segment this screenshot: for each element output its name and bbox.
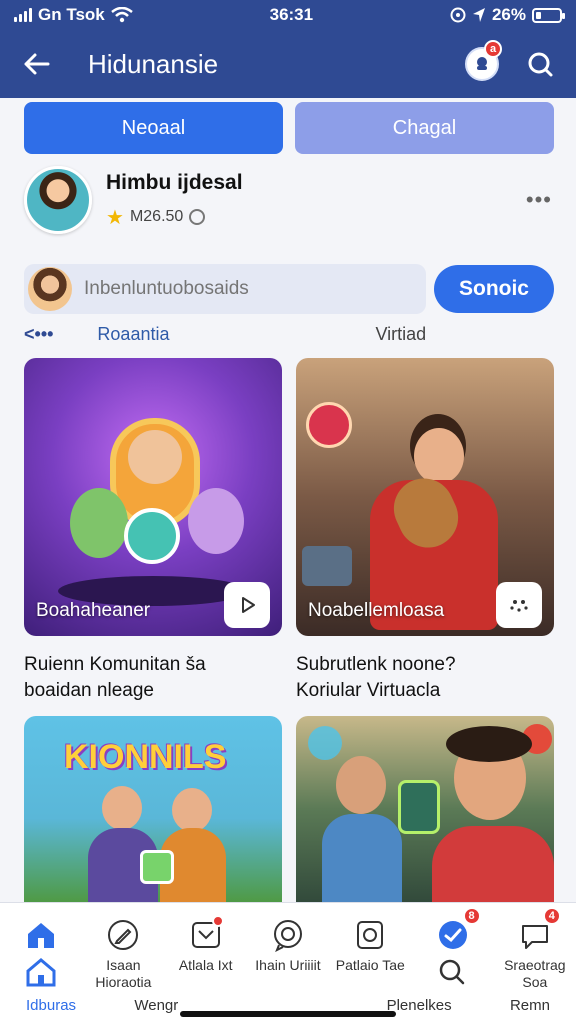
nav-label: Patlaio Tae — [335, 957, 405, 973]
subnav-left-link[interactable]: Roaantia — [97, 324, 169, 345]
notifications-button[interactable]: a — [464, 40, 502, 82]
content-card[interactable] — [296, 716, 554, 902]
clock: 36:31 — [269, 5, 314, 24]
notifications-badge: 4 — [542, 907, 561, 925]
face-icon — [510, 600, 528, 612]
nav-chat-button[interactable] — [268, 915, 308, 955]
play-button[interactable] — [224, 582, 270, 628]
subnav-right-link[interactable]: Virtiad — [375, 324, 426, 345]
card-title-line: Subrutlenk noone? — [296, 654, 456, 675]
messenger-icon — [438, 921, 467, 949]
nav-bottom-label[interactable]: Remn — [510, 997, 550, 1014]
signal-icon — [14, 8, 32, 22]
carrier-label: Gn Tsok — [38, 5, 105, 24]
video-icon — [357, 921, 384, 949]
subnav-back-button[interactable]: <••• — [24, 324, 53, 345]
chat-icon — [273, 920, 302, 952]
nav-compose-button[interactable] — [103, 915, 143, 955]
nav-bottom-label[interactable]: Wengr — [134, 997, 178, 1014]
search-button[interactable] — [522, 46, 558, 82]
tab-neoaal[interactable]: Neoaal — [24, 102, 283, 154]
alarm-icon — [450, 7, 466, 23]
search-icon — [528, 52, 553, 77]
profile-row: Himbu ijdesal ★ M26.50 ••• — [24, 164, 552, 236]
tab-chagal[interactable]: Chagal — [295, 102, 554, 154]
play-icon — [242, 597, 255, 613]
content-card[interactable]: KIONNILS — [24, 716, 282, 902]
wifi-icon — [110, 7, 133, 23]
send-button[interactable]: Sonoic — [434, 265, 554, 313]
messages-badge: 8 — [462, 907, 481, 925]
composer-input[interactable] — [84, 278, 426, 300]
star-icon: ★ — [106, 206, 124, 229]
content-card[interactable]: Boahaheaner Ruienn Komunitan ša boaidan … — [24, 358, 282, 703]
home-icon[interactable] — [25, 957, 57, 987]
card-thumbnail: Boahaheaner — [24, 358, 282, 636]
back-button[interactable] — [18, 46, 54, 82]
nav-video-button[interactable] — [350, 915, 390, 955]
page-title: Hidunansie — [88, 48, 219, 79]
nav-search-cell — [415, 957, 491, 991]
composer: Sonoic — [24, 264, 554, 314]
bottom-navigation: 8 4 Isaan Hioraotia Atlala Ixt Ihain Uri… — [0, 902, 576, 1024]
profile-meta: ★ M26.50 — [106, 205, 526, 230]
home-icon — [28, 923, 55, 948]
battery-percent: 26% — [491, 5, 526, 24]
globe-icon — [189, 209, 206, 225]
pencil-icon — [108, 920, 139, 950]
card-caption: Noabellemloasa — [308, 600, 445, 621]
nav-groups-button[interactable] — [186, 915, 226, 955]
notification-badge: a — [484, 40, 502, 58]
more-options-icon[interactable]: ••• — [526, 187, 552, 213]
nav-label: Atlala Ixt — [178, 957, 233, 973]
nav-label: Isaan Hioraotia — [95, 957, 152, 990]
card-title-line: boaidan nleage — [24, 679, 154, 701]
nav-home-cell — [3, 957, 79, 991]
card-thumbnail — [296, 716, 554, 902]
sub-navigation: <••• Roaantia Virtiad — [24, 320, 554, 348]
content-card[interactable]: Noabellemloasa Subrutlenk noone? Koriula… — [296, 358, 554, 703]
groups-dot — [211, 915, 224, 927]
card-title-line: Ruienn Komunitan ša — [24, 654, 206, 675]
nav-messages-button[interactable]: 8 — [433, 907, 481, 955]
status-bar: Gn Tsok 36:31 26% — [0, 0, 576, 30]
card-title-line: Koriular Virtuacla — [296, 679, 441, 701]
nav-notifications-button[interactable]: 4 — [515, 907, 561, 955]
composer-field — [24, 264, 426, 314]
nav-labels: Isaan Hioraotia Atlala Ixt Ihain Uriiiit… — [0, 957, 576, 991]
tab-bar: Neoaal Chagal — [24, 102, 554, 154]
card-title: Subrutlenk noone? Koriular Virtuacla — [296, 652, 554, 703]
card-title: Ruienn Komunitan ša boaidan nleage — [24, 652, 282, 703]
nav-bottom-label[interactable]: Idburas — [26, 997, 76, 1014]
home-indicator[interactable] — [180, 1011, 396, 1017]
app-header: Hidunansie a — [0, 30, 576, 98]
battery-icon — [531, 7, 565, 23]
nav-bottom-label[interactable]: Plenelkes — [387, 997, 452, 1014]
card-caption: Boahaheaner — [36, 600, 151, 621]
avatar[interactable] — [24, 166, 92, 234]
profile-name[interactable]: Himbu ijdesal — [106, 171, 526, 195]
nav-label: Ihain Uriiiit — [255, 957, 321, 973]
bell-icon — [477, 57, 487, 70]
profile-info: Himbu ijdesal ★ M26.50 — [106, 171, 526, 230]
user-avatar — [28, 267, 72, 311]
card-thumbnail: Noabellemloasa — [296, 358, 554, 636]
card-thumbnail: KIONNILS — [24, 716, 282, 902]
profile-score: M26.50 — [129, 208, 184, 225]
card-thumb-text: KIONNILS — [64, 738, 227, 776]
arrow-left-icon — [24, 53, 50, 75]
nav-home-button[interactable] — [21, 915, 61, 955]
reaction-button[interactable] — [496, 582, 542, 628]
search-icon[interactable] — [437, 957, 467, 987]
location-icon — [472, 8, 485, 22]
nav-label: Sraeotrag Soa — [504, 957, 566, 990]
